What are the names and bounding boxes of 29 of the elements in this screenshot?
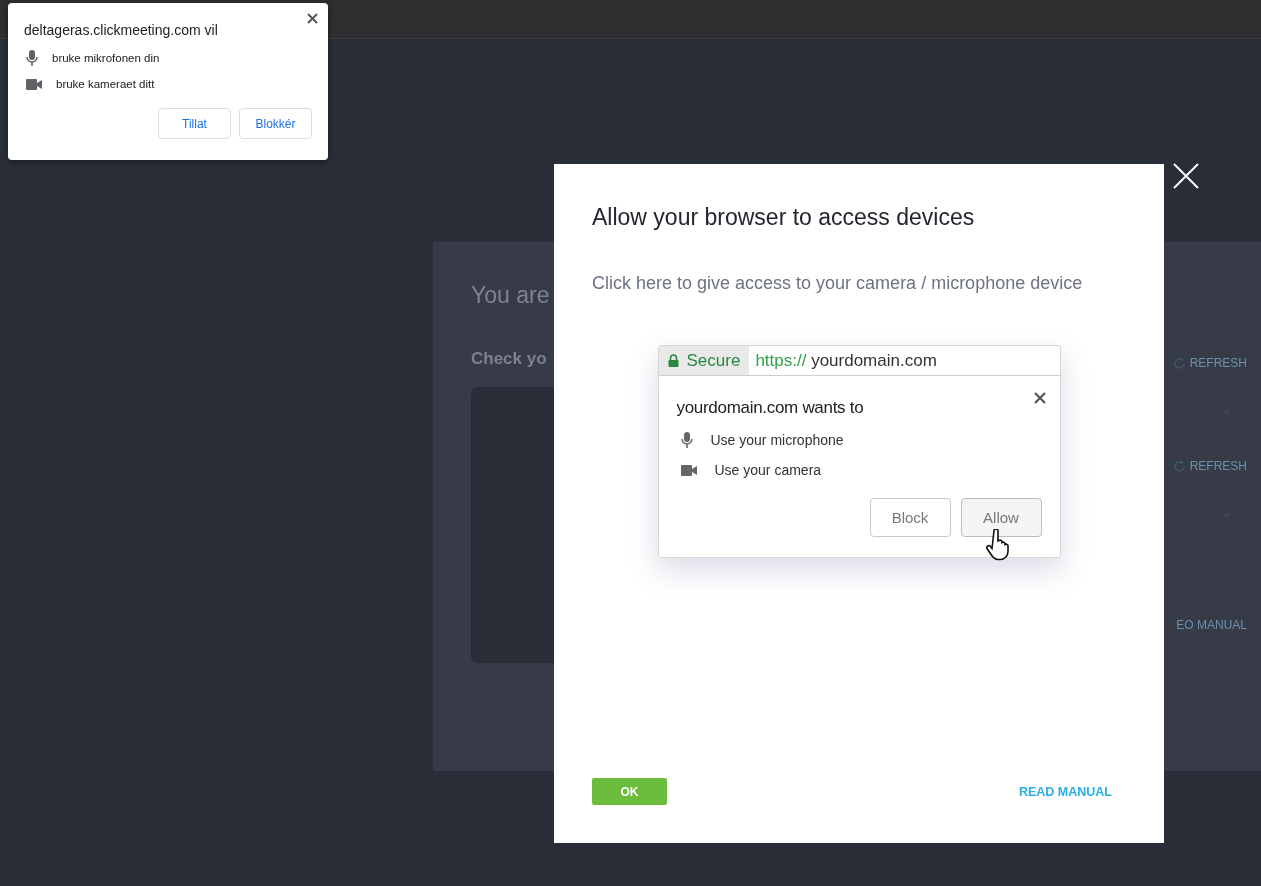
popup-title: deltageras.clickmeeting.com vil: [24, 22, 219, 38]
microphone-icon: [26, 50, 38, 66]
permission-label: Use your microphone: [710, 432, 844, 448]
microphone-icon: [680, 432, 693, 448]
refresh-link[interactable]: REFRESH: [1172, 459, 1247, 473]
video-camera-icon: [26, 78, 42, 90]
permission-label: bruke kameraet ditt: [56, 78, 155, 90]
secure-label: Secure: [686, 350, 741, 371]
prompt-title: yourdomain.com wants to: [676, 398, 865, 418]
dialog-title: Allow your browser to access devices: [592, 204, 976, 231]
video-manual-link[interactable]: EO MANUAL: [1176, 618, 1247, 632]
refresh-icon: [1172, 356, 1186, 370]
address-url: https:// yourdomain.com: [755, 350, 937, 371]
close-icon: [1033, 392, 1046, 404]
prompt-button[interactable]: Block: [869, 498, 951, 537]
lock-icon: [667, 354, 679, 367]
permission-label: bruke mikrofonen din: [52, 52, 160, 64]
video-camera-icon: [680, 464, 697, 476]
panel-heading: You are: [471, 282, 551, 309]
close-icon[interactable]: [307, 13, 318, 24]
panel-subheading: Check yo: [471, 349, 548, 369]
permission-label: Use your camera: [714, 462, 822, 478]
dialog-instruction: Click here to give access to your camera / microphone device: [592, 273, 1084, 294]
ok-button[interactable]: OK: [592, 778, 667, 805]
popup-button[interactable]: Tillat: [158, 108, 231, 139]
read-manual-link[interactable]: READ MANUAL: [1018, 784, 1112, 799]
refresh-link[interactable]: REFRESH: [1172, 356, 1247, 370]
popup-button[interactable]: Blokkér: [239, 108, 312, 139]
refresh-icon: [1172, 459, 1186, 473]
